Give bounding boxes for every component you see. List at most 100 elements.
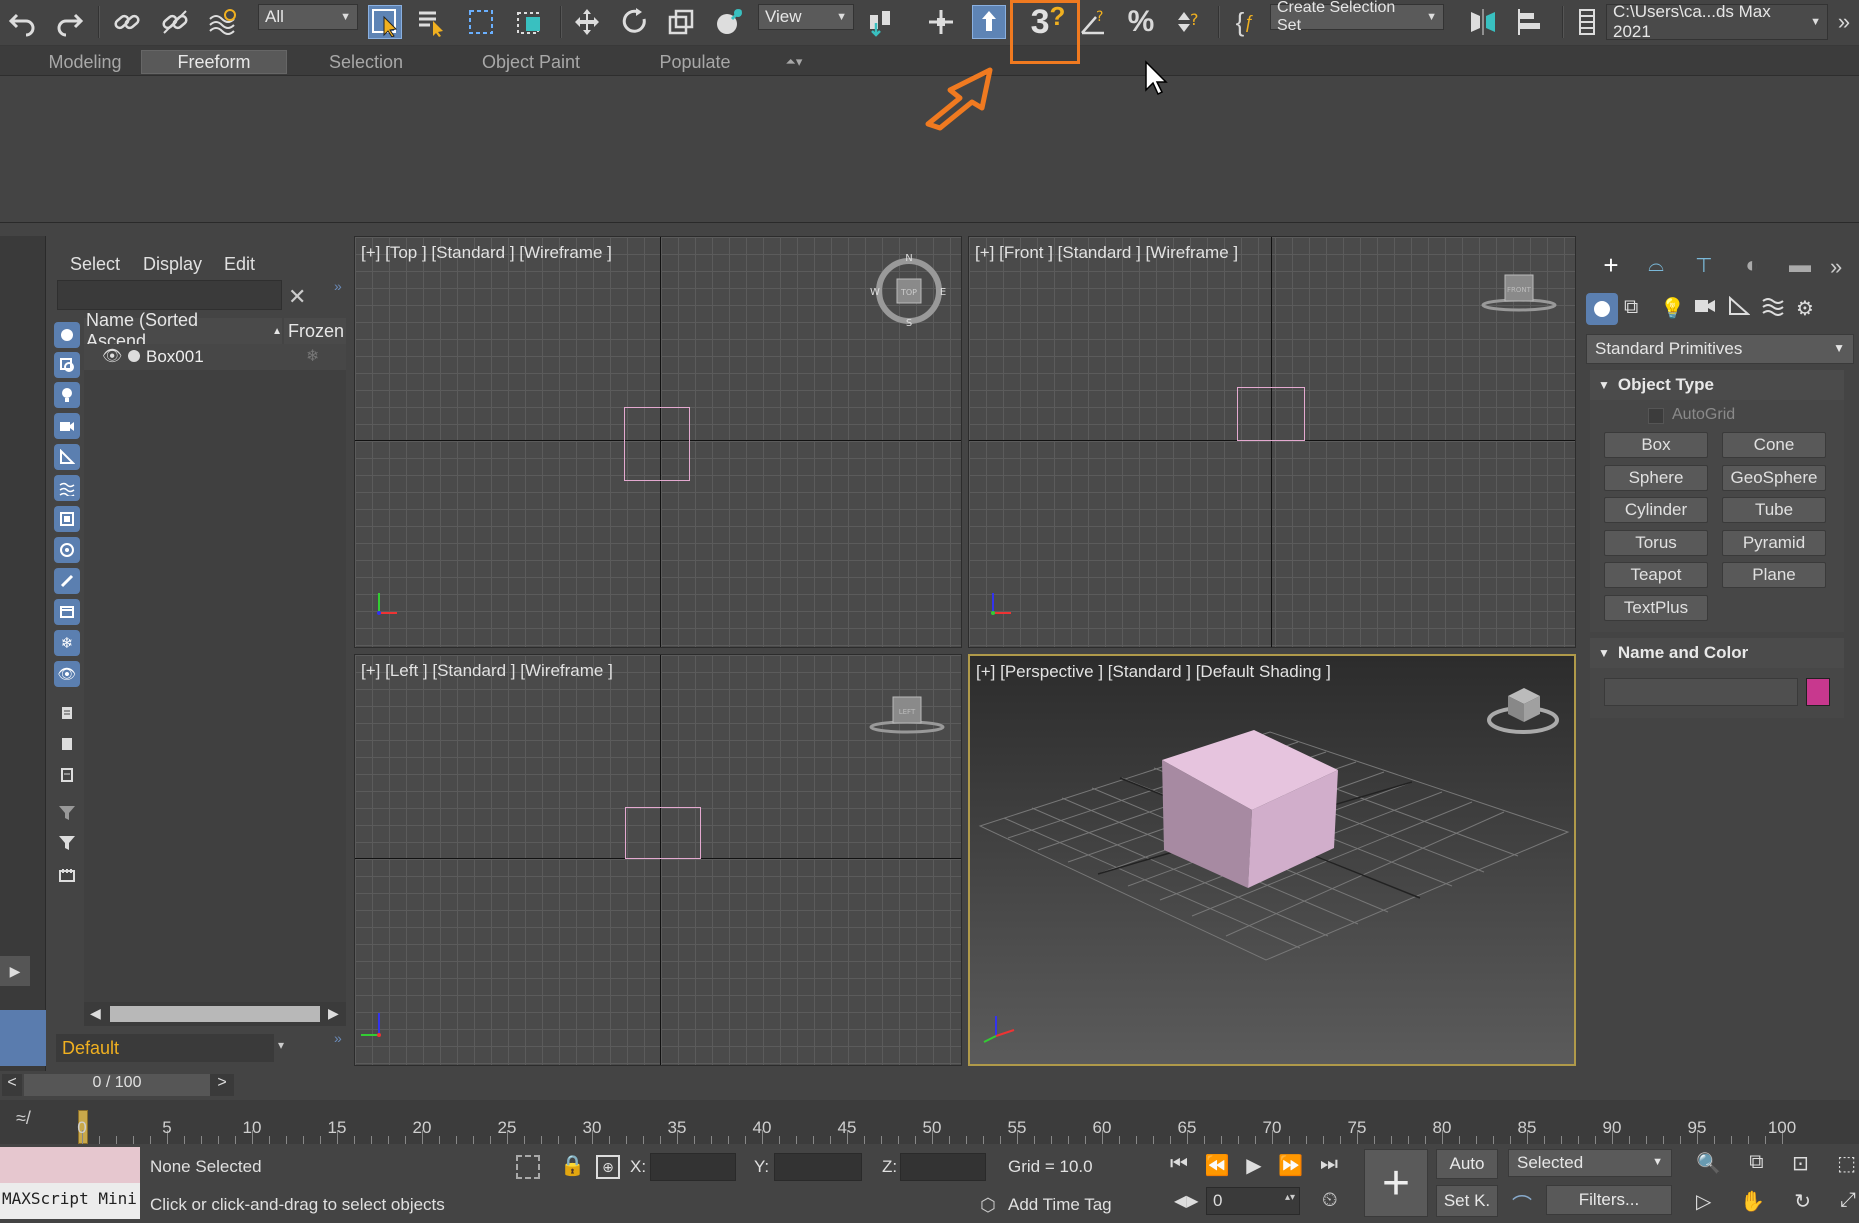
zoom-extents-all-icon[interactable]: ⬚ (1837, 1151, 1856, 1179)
key-filter-dropdown[interactable]: Selected ▼ (1508, 1149, 1672, 1177)
next-key-icon[interactable]: ⏩ (1278, 1153, 1303, 1179)
display-bones-icon[interactable] (54, 568, 80, 594)
pan-view-icon[interactable]: ✋ (1740, 1189, 1765, 1217)
viewport-layout-tab-icon[interactable] (0, 1010, 46, 1066)
window-crossing-icon[interactable] (512, 5, 546, 39)
scroll-right-icon[interactable]: ▶ (328, 1005, 339, 1022)
select-object-icon[interactable] (368, 5, 402, 39)
geosphere-button[interactable]: GeoSphere (1722, 465, 1826, 491)
geometry-category-icon[interactable] (1586, 293, 1618, 325)
visibility-eye-icon[interactable]: 👁 (102, 346, 122, 366)
scroll-thumb[interactable] (110, 1006, 320, 1022)
box001-mesh[interactable] (1156, 730, 1346, 900)
keyboard-shortcut-override-icon[interactable] (972, 5, 1006, 39)
viewcube-front-icon[interactable]: FRONT (1479, 267, 1559, 317)
angle-snap-toggle-icon[interactable]: ? (1076, 5, 1110, 39)
selection-filter-dropdown[interactable]: All ▼ (258, 4, 358, 30)
scroll-left-icon[interactable]: ◀ (90, 1005, 101, 1022)
viewport-label[interactable]: [+] [Top ] [Standard ] [Wireframe ] (361, 243, 612, 263)
display-none-icon[interactable] (54, 731, 80, 757)
isolate-selection-icon[interactable] (516, 1155, 540, 1179)
next-frame-icon[interactable]: > (210, 1074, 234, 1096)
expand-layout-icon[interactable]: ▶ (0, 956, 30, 986)
viewport-left[interactable]: [+] [Left ] [Standard ] [Wireframe ] LEF… (354, 654, 962, 1066)
shapes-category-icon[interactable]: ⧉ (1624, 296, 1638, 319)
time-configuration-icon[interactable]: ⏲ (1322, 1189, 1338, 1212)
go-to-end-icon[interactable]: ⏭ (1320, 1153, 1338, 1179)
pyramid-button[interactable]: Pyramid (1722, 530, 1826, 556)
use-pivot-point-center-icon[interactable] (864, 5, 898, 39)
frame-spinner-icon[interactable]: ▴▾ (1285, 1192, 1295, 1203)
rollout-name-and-color[interactable]: ▼ Name and Color (1590, 638, 1844, 668)
key-filters-button[interactable]: Filters... (1546, 1185, 1672, 1215)
add-time-tag[interactable]: Add Time Tag (1008, 1195, 1112, 1215)
time-tag-icon[interactable]: ⬡ (980, 1195, 996, 1216)
object-name-field[interactable] (1604, 678, 1798, 706)
zoom-icon[interactable]: 🔍 (1696, 1151, 1721, 1179)
toolbar-overflow-icon[interactable]: » (1830, 5, 1858, 39)
redo-icon[interactable] (52, 5, 86, 39)
select-and-manipulate-icon[interactable] (924, 5, 958, 39)
percent-snap-toggle-icon[interactable]: % (1124, 5, 1158, 39)
tab-object-paint[interactable]: Object Paint (466, 50, 596, 74)
track-bar[interactable]: ≈/ 0 5 10 15 20 25 30 35 40 45 50 55 60 65 70 75 80 85 90 9… (0, 1100, 1859, 1144)
display-tab-icon[interactable]: ▬ (1776, 250, 1824, 280)
explorer-menu-display[interactable]: Display (143, 254, 202, 275)
explorer-menu-select[interactable]: Select (70, 254, 120, 275)
display-helpers-icon[interactable] (54, 444, 80, 470)
display-xrefs-icon[interactable] (54, 537, 80, 563)
box001-wireframe[interactable] (625, 807, 701, 859)
play-icon[interactable]: ▶ (1246, 1153, 1261, 1179)
display-geometry-icon[interactable] (54, 322, 80, 348)
absolute-relative-transform-icon[interactable]: ⊕ (596, 1155, 620, 1179)
teapot-button[interactable]: Teapot (1604, 562, 1708, 588)
explorer-menu-edit[interactable]: Edit (224, 254, 255, 275)
zoom-all-icon[interactable]: ⧉ (1749, 1151, 1763, 1179)
viewport-label[interactable]: [+] [Left ] [Standard ] [Wireframe ] (361, 661, 613, 681)
explorer-collapse-icon[interactable]: » (334, 1030, 342, 1046)
sphere-button[interactable]: Sphere (1604, 465, 1708, 491)
display-hidden-icon[interactable]: 👁 (54, 661, 80, 687)
autogrid-checkbox[interactable] (1648, 408, 1664, 424)
maxscript-mini-listener[interactable]: MAXScript Mini (0, 1183, 140, 1219)
box001-wireframe[interactable] (624, 407, 690, 481)
bind-to-space-warp-icon[interactable] (206, 5, 240, 39)
named-selection-sets-dropdown[interactable]: Create Selection Set ▼ (1270, 0, 1444, 34)
spinner-snap-toggle-icon[interactable]: ? (1172, 5, 1206, 39)
set-key-icon[interactable]: + (1364, 1149, 1428, 1217)
time-slider-thumb[interactable]: 0 / 100 (24, 1074, 210, 1096)
rollout-object-type[interactable]: ▼ Object Type (1590, 370, 1844, 400)
modify-tab-icon[interactable]: ⌓ (1632, 250, 1680, 280)
frozen-snowflake-icon[interactable]: ❄ (306, 346, 319, 366)
primitive-type-dropdown[interactable]: Standard Primitives ▼ (1586, 334, 1854, 364)
display-space-warps-icon[interactable] (54, 475, 80, 501)
undo-icon[interactable] (6, 5, 40, 39)
layer-dropdown[interactable]: Default (56, 1034, 274, 1062)
motion-tab-icon[interactable]: ◐ (1728, 250, 1776, 280)
set-key-button[interactable]: Set K. (1436, 1185, 1498, 1217)
rectangular-selection-region-icon[interactable] (464, 5, 498, 39)
plane-button[interactable]: Plane (1722, 562, 1826, 588)
list-item[interactable]: 👁 Box001 ❄ (84, 344, 346, 370)
cameras-category-icon[interactable] (1694, 296, 1716, 316)
lights-category-icon[interactable]: 💡 (1660, 296, 1685, 321)
display-all-icon[interactable] (54, 700, 80, 726)
box001-wireframe[interactable] (1237, 387, 1305, 441)
viewcube-left-icon[interactable]: LEFT (867, 689, 947, 739)
align-icon[interactable] (1514, 5, 1548, 39)
select-and-scale-icon[interactable] (664, 5, 698, 39)
tab-freeform[interactable]: Freeform (141, 50, 287, 74)
zoom-extents-icon[interactable]: ⊡ (1792, 1151, 1809, 1179)
project-folder-dropdown[interactable]: C:\Users\ca...ds Max 2021 ▼ (1606, 2, 1828, 41)
textplus-button[interactable]: TextPlus (1604, 595, 1708, 621)
box-button[interactable]: Box (1604, 432, 1708, 458)
cylinder-button[interactable]: Cylinder (1604, 497, 1708, 523)
column-header-name[interactable]: Name (Sorted Ascend... ▲ (84, 310, 282, 351)
space-warps-category-icon[interactable] (1762, 296, 1784, 316)
z-coordinate-field[interactable] (900, 1153, 986, 1181)
maximize-viewport-icon[interactable]: ⤢ (1840, 1189, 1856, 1217)
filter-settings-icon[interactable] (54, 800, 80, 826)
default-in-out-tangents-icon[interactable]: ⌒ (1512, 1189, 1532, 1218)
mirror-icon[interactable] (1466, 5, 1500, 39)
x-coordinate-field[interactable] (650, 1153, 736, 1181)
